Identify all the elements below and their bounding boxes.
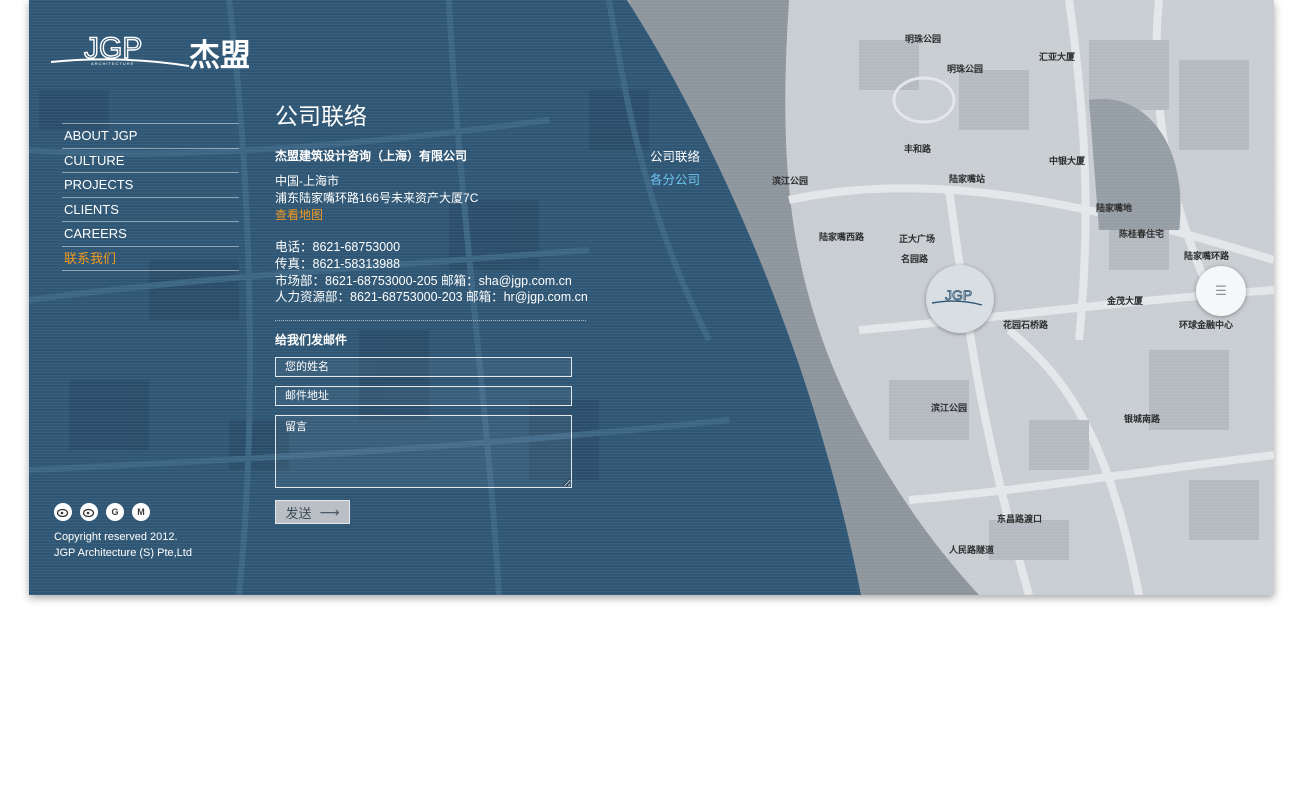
menu-list-button[interactable]: ☰ [1196, 266, 1246, 316]
map-label: 丰和路 [904, 143, 932, 154]
m-icon[interactable]: M [132, 503, 150, 521]
nav-item-projects[interactable]: PROJECTS [62, 172, 239, 197]
map-label: 中银大厦 [1049, 155, 1086, 166]
logo-cn: 杰盟 [189, 38, 249, 72]
contact-subnav: 公司联络 各分公司 [650, 146, 700, 192]
map-label: 环球金融中心 [1179, 319, 1233, 330]
map-label: 滨江公园 [772, 175, 808, 186]
form-title: 给我们发邮件 [275, 333, 348, 347]
nav-item-culture[interactable]: CULTURE [62, 147, 239, 173]
map-label: 陆家嘴环路 [1184, 250, 1230, 261]
map-label: 正大广场 [899, 233, 935, 244]
company-name: 杰盟建筑设计咨询（上海）有限公司 [275, 149, 468, 163]
send-button[interactable]: 发送 ⟶ [275, 500, 350, 524]
google-icon[interactable]: G [106, 503, 124, 521]
map-label: 金茂大厦 [1106, 295, 1144, 306]
arrow-right-icon: ⟶ [319, 503, 340, 520]
page-title: 公司联络 [275, 103, 367, 129]
nav-item-contact[interactable]: 联系我们 [62, 245, 239, 271]
subnav-item-contact[interactable]: 公司联络 [650, 146, 700, 169]
map-label: 银城南路 [1124, 413, 1161, 424]
address-line-2: 浦东陆家嘴环路166号未来资产大厦7C [275, 191, 479, 205]
map-location-marker[interactable]: JGP [926, 265, 994, 333]
map-label: 陆家嘴西路 [819, 231, 865, 242]
nav-item-clients[interactable]: CLIENTS [62, 196, 239, 222]
nav-item-about[interactable]: ABOUT JGP [62, 123, 239, 148]
email-input[interactable] [275, 386, 572, 406]
hr-contact: 人力资源部：8621-68753000-203 邮箱：hr@jgp.com.cn [275, 290, 588, 304]
brand-logo[interactable]: JGP ARCHITECTURE 杰盟 [49, 28, 249, 72]
social-links: G M [54, 503, 150, 521]
map-label: 东昌路渡口 [997, 513, 1042, 524]
subnav-item-branches[interactable]: 各分公司 [650, 169, 700, 192]
view-map-link[interactable]: 查看地图 [275, 206, 323, 223]
main-nav: ABOUT JGP CULTURE PROJECTS CLIENTS CAREE… [62, 123, 239, 271]
address-line-1: 中国-上海市 [275, 174, 339, 188]
weibo-icon[interactable] [54, 503, 72, 521]
logo-sub: ARCHITECTURE [91, 61, 134, 66]
nav-item-careers[interactable]: CAREERS [62, 221, 239, 246]
map-background[interactable]: 明珠公园 明珠公园 汇亚大厦 丰和路 中银大厦 陆家嘴站 滨江公园 正大广场 陆… [29, 0, 1274, 595]
map-label: 陆家嘴站 [949, 173, 985, 184]
map-label: 滨江公园 [931, 402, 967, 413]
list-icon: ☰ [1215, 283, 1227, 298]
map-label: 花园石桥路 [1003, 319, 1049, 330]
weibo-icon[interactable] [80, 503, 98, 521]
map-label: 名园路 [901, 253, 929, 264]
message-textarea[interactable] [275, 415, 572, 488]
divider [275, 320, 586, 321]
map-label: 明珠公园 [947, 63, 983, 74]
copyright-line-1: Copyright reserved 2012. [54, 531, 178, 543]
name-input[interactable] [275, 357, 572, 377]
map-label: 陈桂春住宅 [1119, 228, 1164, 239]
copyright: Copyright reserved 2012. JGP Architectur… [54, 529, 192, 561]
marker-logo-text: JGP [945, 287, 972, 303]
send-label: 发送 [285, 505, 312, 521]
map-label: 人民路隧道 [948, 544, 994, 555]
map-label: 陆家嘴地 [1096, 202, 1132, 213]
copyright-line-2: JGP Architecture (S) Pte,Ltd [54, 547, 192, 559]
map-label: 明珠公园 [905, 33, 941, 44]
page-frame: 明珠公园 明珠公园 汇亚大厦 丰和路 中银大厦 陆家嘴站 滨江公园 正大广场 陆… [29, 0, 1274, 595]
map-label: 汇亚大厦 [1039, 51, 1076, 62]
